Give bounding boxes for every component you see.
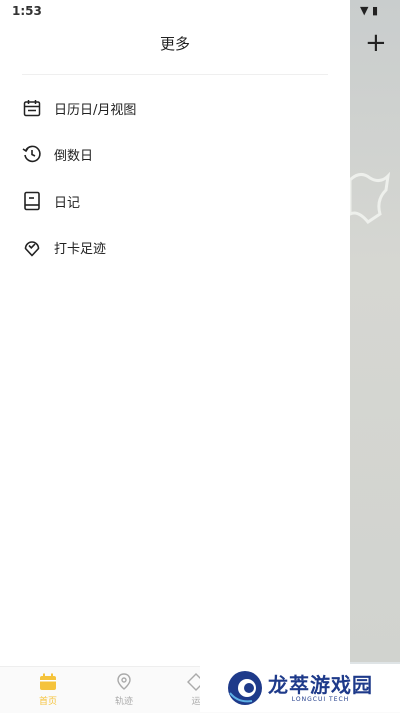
map-view[interactable] [350,0,400,662]
watermark-sub-text: LONGCUI TECH [291,695,350,703]
book-icon [20,189,44,213]
map-pin-icon [117,673,131,690]
status-time: 1:53 [12,4,42,18]
menu-label-calendar-view: 日历日/月视图 [54,102,137,118]
menu-label-diary: 日记 [54,195,81,211]
drawer-title: 更多 [159,35,190,53]
history-icon [20,142,44,166]
nav-label-home: 首页 [38,697,57,707]
wifi-icon: ▼ [360,4,369,17]
divider [22,74,328,75]
menu-item-countdown[interactable]: 倒数日 [20,138,330,170]
nav-item-track[interactable]: 轨迹 [104,673,144,707]
menu-label-countdown: 倒数日 [54,148,94,164]
nav-item-home[interactable]: 首页 [28,673,68,707]
menu-label-checkin-footprint: 打卡足迹 [54,241,107,257]
battery-icon: ▮ [371,4,379,17]
nav-label-track: 轨迹 [114,697,133,707]
map-region-shape [350,171,391,224]
menu-item-diary[interactable]: 日记 [20,185,330,217]
location-heart-icon [20,235,44,259]
calendar-icon [40,673,56,690]
watermark-main-text: 龙萃游戏园 [268,672,373,697]
more-drawer: 1:53 更多 日历日/月视图 倒数日 日记 打卡足迹 [0,0,350,666]
watermark: 龙萃游戏园 LONGCUI TECH [200,664,400,712]
menu-item-calendar-view[interactable]: 日历日/月视图 [20,92,330,124]
menu-item-checkin-footprint[interactable]: 打卡足迹 [20,231,330,263]
add-button[interactable]: + [365,30,387,56]
longcui-logo-icon [228,671,262,705]
calendar-icon [20,96,44,120]
status-icons: ▼ ▮ [360,4,378,17]
